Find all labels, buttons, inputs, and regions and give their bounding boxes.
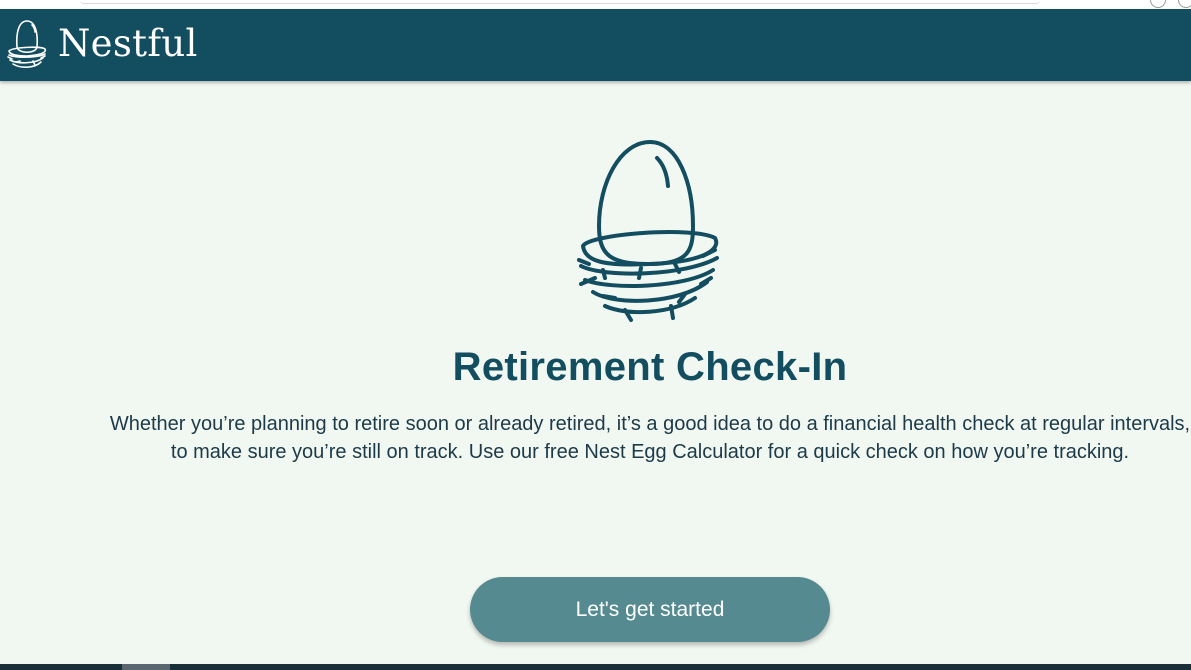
get-started-button[interactable]: Let's get started xyxy=(470,577,830,642)
bottom-scrollbar[interactable] xyxy=(0,664,1191,670)
scrollbar-thumb[interactable] xyxy=(122,664,170,670)
egg-in-nest-icon xyxy=(577,140,719,322)
intro-text: Whether you’re planning to retire soon o… xyxy=(109,413,1191,463)
browser-chrome-strip xyxy=(0,0,1191,9)
browser-tab-edge xyxy=(80,0,1040,4)
browser-control-icon[interactable] xyxy=(1150,0,1166,8)
browser-control-icon[interactable] xyxy=(1178,0,1191,8)
brand-name[interactable]: Nestful xyxy=(58,22,198,65)
page-title: Retirement Check-In xyxy=(452,345,848,389)
nest-egg-icon[interactable] xyxy=(5,17,49,73)
site-header: Nestful xyxy=(0,9,1191,81)
